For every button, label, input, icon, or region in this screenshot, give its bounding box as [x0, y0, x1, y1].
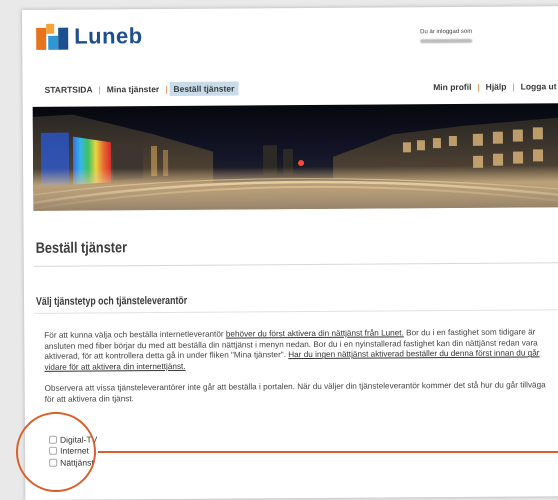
- section-heading: Välj tjänstetyp och tjänsteleverantör: [35, 294, 188, 308]
- nav-mina-tjanster[interactable]: Mina tjänster: [103, 82, 164, 96]
- nav-bestall-tjanster[interactable]: Beställ tjänster: [169, 81, 239, 96]
- service-type-options: Digital-TV Internet Nättjänst: [48, 433, 98, 468]
- login-status: Du är inloggad som: [420, 28, 473, 36]
- nav-min-profil[interactable]: Min profil: [429, 80, 475, 94]
- nav-startsida[interactable]: STARTSIDA: [41, 82, 97, 96]
- checkbox[interactable]: [48, 435, 58, 444]
- option-nattjanst[interactable]: Nättjänst: [49, 456, 97, 468]
- page-sheet: Luneb Du är inloggad som STARTSIDA | Min…: [22, 6, 558, 500]
- page-title: Beställ tjänster: [35, 239, 128, 257]
- option-label: Internet: [60, 445, 89, 456]
- option-digital-tv[interactable]: Digital-TV: [48, 433, 98, 445]
- checkbox[interactable]: [49, 447, 58, 456]
- nav-left: STARTSIDA | Mina tjänster | Beställ tjän…: [41, 81, 239, 96]
- nav-logga-ut[interactable]: Logga ut: [517, 79, 558, 93]
- notice-paragraph: Observera att vissa tjänsteleverantörer …: [44, 380, 546, 404]
- divider: [33, 262, 558, 267]
- option-label: Digital-TV: [59, 434, 98, 445]
- activate-link[interactable]: behöver du först aktivera din nättjänst …: [226, 328, 404, 338]
- divider: [34, 309, 558, 314]
- blurred-username: [420, 38, 473, 44]
- banner-road-glow: [33, 165, 558, 211]
- option-label: Nättjänst: [60, 457, 94, 468]
- logo-text: Luneb: [74, 23, 143, 49]
- info-paragraph: För att kunna välja och beställa interne…: [44, 327, 549, 373]
- hero-banner-image: [32, 103, 558, 211]
- lunet-logo[interactable]: Luneb: [36, 23, 143, 50]
- top-navigation: STARTSIDA | Mina tjänster | Beställ tjän…: [41, 79, 558, 97]
- option-internet[interactable]: Internet: [49, 445, 97, 457]
- checkbox[interactable]: [49, 458, 58, 467]
- nav-hjalp[interactable]: Hjälp: [482, 80, 511, 94]
- logo-mark-icon: [36, 23, 70, 50]
- nav-right: Min profil | Hjälp | Logga ut: [429, 79, 558, 94]
- info-text: För att kunna välja och beställa interne…: [44, 329, 226, 340]
